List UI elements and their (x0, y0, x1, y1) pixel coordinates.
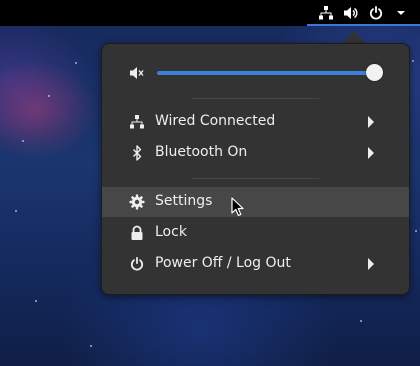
bluetooth-label: Bluetooth On (155, 144, 248, 160)
volume-slider-fill (157, 71, 374, 75)
volume-slider-handle[interactable] (366, 64, 383, 81)
tray-active-indicator (307, 24, 420, 26)
power-off-logout-item[interactable]: Power Off / Log Out (102, 249, 409, 279)
settings-item[interactable]: Settings (102, 187, 409, 217)
network-wired-icon (315, 2, 337, 24)
top-bar (0, 0, 420, 26)
power-icon (129, 256, 145, 272)
volume-slider[interactable] (157, 71, 374, 75)
wired-connection-label: Wired Connected (155, 113, 276, 129)
network-wired-icon (129, 114, 145, 130)
lock-item[interactable]: Lock (102, 218, 409, 248)
submenu-arrow-icon (368, 116, 374, 128)
settings-label: Settings (155, 193, 213, 209)
wired-connection-item[interactable]: Wired Connected (102, 107, 409, 137)
bluetooth-item[interactable]: Bluetooth On (102, 138, 409, 168)
submenu-arrow-icon (368, 147, 374, 159)
mouse-pointer-icon (231, 197, 244, 221)
gear-icon (129, 194, 145, 210)
system-menu: Wired Connected Bluetooth On Settings Lo… (101, 43, 410, 295)
menu-separator (192, 98, 319, 99)
chevron-down-icon (390, 2, 412, 24)
speaker-muted-icon (128, 64, 146, 86)
volume-row (102, 58, 409, 88)
menu-separator (192, 178, 319, 179)
power-icon (365, 2, 387, 24)
power-off-logout-label: Power Off / Log Out (155, 255, 291, 271)
submenu-arrow-icon (368, 258, 374, 270)
speaker-volume-icon (340, 2, 362, 24)
lock-label: Lock (155, 224, 187, 240)
system-tray-button[interactable] (307, 0, 420, 26)
bluetooth-icon (129, 145, 145, 161)
lock-icon (129, 225, 145, 241)
